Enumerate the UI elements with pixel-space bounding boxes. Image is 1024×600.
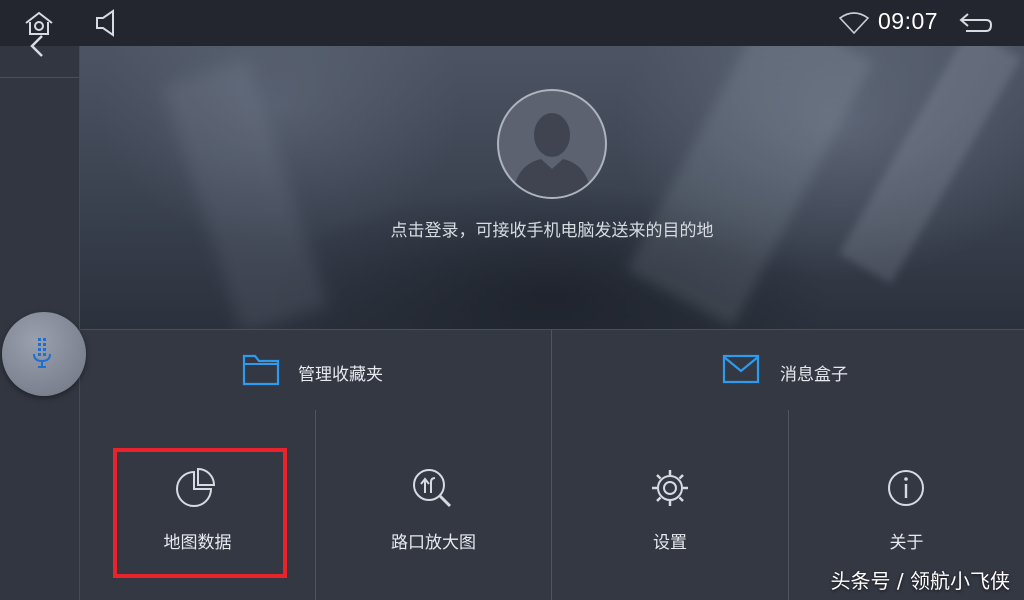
junction-zoom-label: 路口放大图 xyxy=(391,533,476,553)
banner-decoration xyxy=(626,46,874,327)
info-icon xyxy=(884,466,928,510)
banner-decoration xyxy=(839,46,1021,284)
message-box-button[interactable]: 消息盒子 xyxy=(552,329,1024,410)
banner-decoration xyxy=(162,58,328,329)
message-box-label: 消息盒子 xyxy=(780,365,848,385)
user-avatar-icon xyxy=(513,113,591,197)
rail-divider xyxy=(0,77,79,78)
menu-row-primary: 管理收藏夹 消息盒子 xyxy=(80,329,1024,410)
login-hint-text[interactable]: 点击登录，可接收手机电脑发送来的目的地 xyxy=(80,216,1024,241)
junction-zoom-button[interactable]: 路口放大图 xyxy=(316,410,551,600)
back-icon[interactable] xyxy=(958,10,994,36)
about-label: 关于 xyxy=(889,533,924,553)
status-bar: 09:07 xyxy=(0,0,1024,57)
settings-button[interactable]: 设置 xyxy=(552,410,788,600)
voice-button[interactable] xyxy=(2,312,86,396)
settings-label: 设置 xyxy=(653,533,687,553)
folder-icon xyxy=(242,352,280,390)
gear-icon xyxy=(648,466,692,510)
manage-favorites-label: 管理收藏夹 xyxy=(298,365,383,385)
mail-icon xyxy=(722,354,760,388)
user-avatar[interactable] xyxy=(497,89,607,199)
wifi-icon xyxy=(838,12,870,35)
watermark-text: 头条号 / 领航小飞侠 xyxy=(830,569,1010,593)
manage-favorites-button[interactable]: 管理收藏夹 xyxy=(80,329,551,410)
volume-icon[interactable] xyxy=(94,8,122,38)
home-icon[interactable] xyxy=(18,6,62,58)
microphone-icon xyxy=(33,338,51,368)
intersection-zoom-icon xyxy=(410,466,454,510)
clock-time: 09:07 xyxy=(878,8,939,34)
highlight-box xyxy=(113,448,287,578)
